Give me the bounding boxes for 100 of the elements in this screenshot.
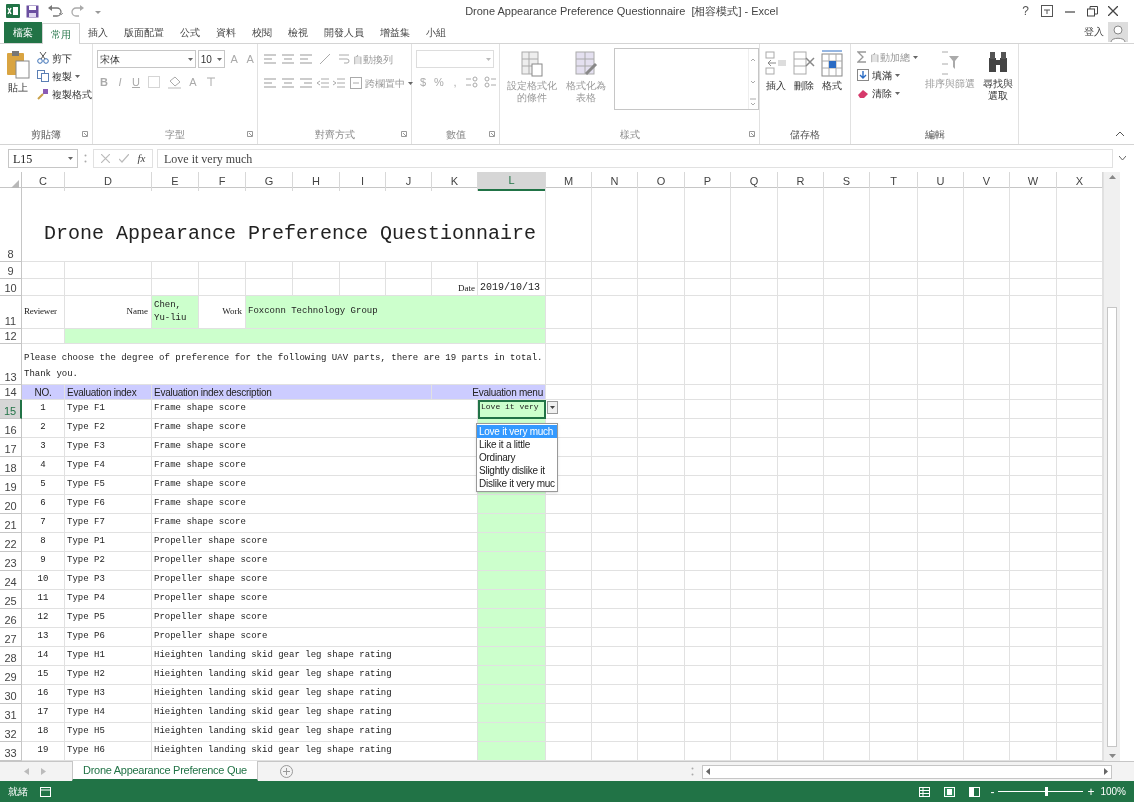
empty-cell[interactable]: [778, 514, 824, 533]
empty-cell[interactable]: [824, 476, 870, 495]
empty-cell[interactable]: [152, 262, 199, 279]
empty-cell[interactable]: [685, 279, 731, 296]
empty-cell[interactable]: [918, 438, 964, 457]
row-header[interactable]: 17: [0, 438, 22, 457]
empty-cell[interactable]: [685, 262, 731, 279]
row-header[interactable]: 32: [0, 723, 22, 742]
ribbon-tab[interactable]: 常用: [42, 23, 80, 44]
empty-cell[interactable]: [870, 628, 918, 647]
column-header[interactable]: I: [340, 172, 386, 191]
empty-cell[interactable]: [685, 533, 731, 552]
empty-cell[interactable]: [778, 533, 824, 552]
empty-cell[interactable]: [685, 590, 731, 609]
empty-cell[interactable]: [870, 419, 918, 438]
empty-cell[interactable]: [592, 666, 638, 685]
empty-cell[interactable]: [778, 457, 824, 476]
empty-cell[interactable]: [918, 628, 964, 647]
empty-cell[interactable]: [918, 457, 964, 476]
dropdown-arrow-button[interactable]: [547, 401, 558, 414]
restore-icon[interactable]: [1087, 5, 1098, 17]
column-header[interactable]: O: [638, 172, 685, 191]
empty-cell[interactable]: [824, 495, 870, 514]
empty-cell[interactable]: [824, 279, 870, 296]
empty-cell[interactable]: [964, 666, 1010, 685]
empty-cell[interactable]: [638, 279, 685, 296]
empty-cell[interactable]: [731, 344, 778, 385]
column-header[interactable]: E: [152, 172, 199, 191]
empty-cell[interactable]: [731, 457, 778, 476]
empty-cell[interactable]: [592, 590, 638, 609]
empty-cell[interactable]: [592, 685, 638, 704]
empty-cell[interactable]: [731, 385, 778, 400]
empty-cell[interactable]: [870, 400, 918, 419]
empty-cell[interactable]: [340, 262, 386, 279]
empty-cell[interactable]: [685, 628, 731, 647]
empty-cell[interactable]: [638, 385, 685, 400]
empty-cell[interactable]: [731, 262, 778, 279]
empty-cell[interactable]: [964, 628, 1010, 647]
empty-cell[interactable]: [778, 476, 824, 495]
empty-cell[interactable]: [1010, 647, 1057, 666]
empty-cell[interactable]: [870, 438, 918, 457]
empty-cell[interactable]: [778, 438, 824, 457]
column-header[interactable]: G: [246, 172, 293, 191]
collapse-ribbon-icon[interactable]: [1116, 131, 1124, 136]
zoom-out-button[interactable]: -: [990, 782, 995, 801]
empty-cell[interactable]: [778, 590, 824, 609]
empty-cell[interactable]: [918, 344, 964, 385]
zoom-in-button[interactable]: +: [1087, 782, 1095, 801]
empty-cell[interactable]: [870, 723, 918, 742]
empty-cell[interactable]: [918, 262, 964, 279]
empty-cell[interactable]: [592, 329, 638, 344]
empty-cell[interactable]: [592, 723, 638, 742]
row-header[interactable]: 24: [0, 571, 22, 590]
ribbon-button[interactable]: 剪下: [35, 49, 94, 67]
empty-cell[interactable]: [964, 723, 1010, 742]
empty-cell[interactable]: [824, 685, 870, 704]
column-header[interactable]: M: [546, 172, 592, 191]
horizontal-scrollbar[interactable]: [702, 764, 1112, 779]
empty-cell[interactable]: [592, 188, 638, 262]
empty-cell[interactable]: [685, 666, 731, 685]
empty-cell[interactable]: [246, 262, 293, 279]
empty-cell[interactable]: [870, 495, 918, 514]
empty-cell[interactable]: [1010, 329, 1057, 344]
close-icon[interactable]: [1108, 6, 1118, 16]
empty-cell[interactable]: [870, 609, 918, 628]
empty-cell[interactable]: [592, 344, 638, 385]
empty-cell[interactable]: [592, 279, 638, 296]
sign-in-link[interactable]: 登入: [1084, 24, 1104, 39]
column-header[interactable]: N: [592, 172, 638, 191]
empty-cell[interactable]: [731, 704, 778, 723]
row-header[interactable]: 23: [0, 552, 22, 571]
empty-cell[interactable]: [731, 647, 778, 666]
expand-formula-icon[interactable]: [1119, 156, 1126, 161]
empty-cell[interactable]: [592, 400, 638, 419]
empty-cell[interactable]: [1010, 571, 1057, 590]
column-header[interactable]: D: [65, 172, 152, 191]
empty-cell[interactable]: [685, 552, 731, 571]
empty-cell[interactable]: [964, 385, 1010, 400]
empty-cell[interactable]: [685, 457, 731, 476]
empty-cell[interactable]: [638, 495, 685, 514]
empty-cell[interactable]: [824, 533, 870, 552]
empty-cell[interactable]: [870, 552, 918, 571]
empty-cell[interactable]: [638, 514, 685, 533]
empty-cell[interactable]: [1010, 419, 1057, 438]
empty-cell[interactable]: [870, 590, 918, 609]
empty-cell[interactable]: [1010, 457, 1057, 476]
empty-cell[interactable]: [731, 400, 778, 419]
empty-cell[interactable]: [778, 419, 824, 438]
empty-cell[interactable]: [870, 457, 918, 476]
empty-cell[interactable]: [546, 188, 592, 262]
empty-cell[interactable]: [731, 476, 778, 495]
empty-cell[interactable]: [1010, 296, 1057, 329]
empty-cell[interactable]: [685, 495, 731, 514]
empty-cell[interactable]: [964, 590, 1010, 609]
empty-cell[interactable]: [592, 628, 638, 647]
macro-record-icon[interactable]: [40, 786, 51, 797]
empty-cell[interactable]: [1010, 704, 1057, 723]
column-header[interactable]: T: [870, 172, 918, 191]
empty-cell[interactable]: [964, 647, 1010, 666]
empty-cell[interactable]: [918, 476, 964, 495]
